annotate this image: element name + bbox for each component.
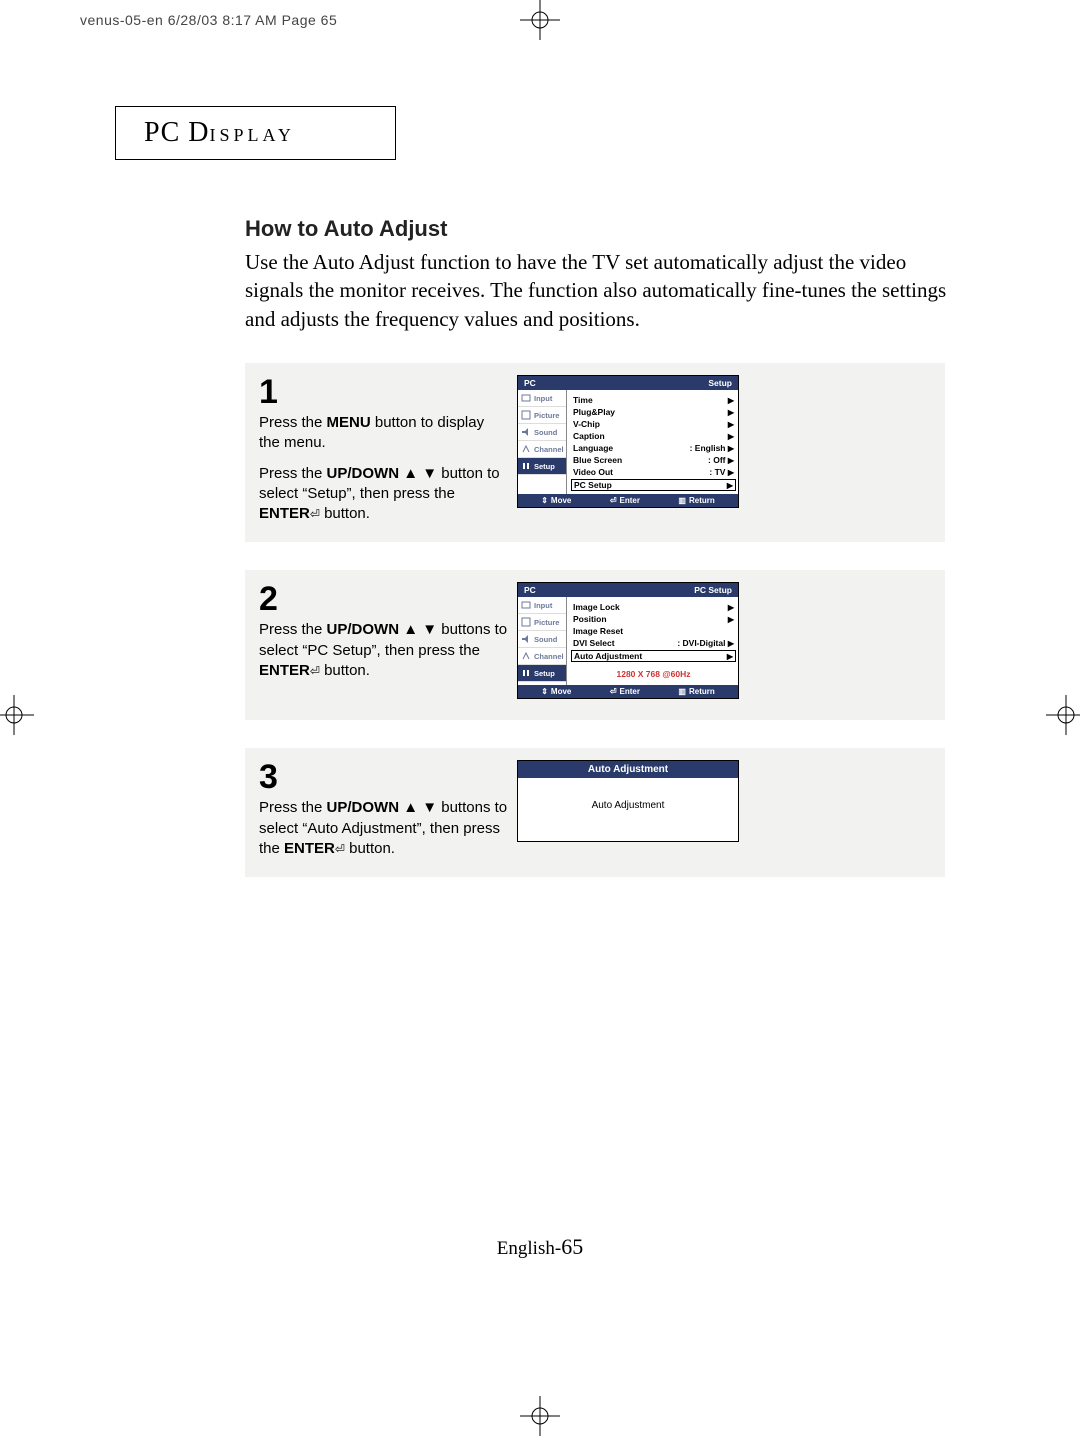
sub-heading: How to Auto Adjust <box>245 216 965 242</box>
text: Press the <box>259 799 327 816</box>
osd-menu-item: V-Chip ▶ <box>573 418 734 430</box>
osd-body-text: Auto Adjustment <box>518 778 738 841</box>
osd-menu-item: Image Lock ▶ <box>573 601 734 613</box>
section-title-box: PC DISPLAY <box>115 106 396 160</box>
text: Press the <box>259 465 327 482</box>
osd-setup-menu: PC Setup Input Picture Sound Channel Set… <box>517 375 739 508</box>
osd-main: Image Lock ▶Position ▶Image ResetDVI Sel… <box>567 597 738 685</box>
enter-icon: ⏎ <box>310 664 320 678</box>
osd-menu-item: PC Setup ▶ <box>571 479 736 491</box>
registration-mark-icon <box>520 1396 560 1436</box>
enter-icon: ⏎ <box>610 687 617 696</box>
sidebar-tab-input: Input <box>518 390 566 407</box>
step-block: 3 Press the UP/DOWN ▲ ▼ buttons to selec… <box>245 748 945 877</box>
sidebar-tab-channel: Channel <box>518 441 566 458</box>
osd-footer: ⇕Move ⏎Enter ▥Return <box>518 685 738 698</box>
step-number: 2 <box>259 582 509 616</box>
sidebar-tab-picture: Picture <box>518 614 566 631</box>
content-area: PC DISPLAY How to Auto Adjust Use the Au… <box>115 106 965 905</box>
osd-title: Setup <box>708 378 732 388</box>
text: Press the <box>259 414 327 431</box>
steps-container: 1 Press the MENU button to display the m… <box>245 363 945 877</box>
step-text: 1 Press the MENU button to display the m… <box>259 375 509 524</box>
osd-title: Auto Adjustment <box>518 761 738 778</box>
step-text: 2 Press the UP/DOWN ▲ ▼ buttons to selec… <box>259 582 509 702</box>
step-number: 1 <box>259 375 509 409</box>
up-down-icon: ▲ ▼ <box>399 621 441 638</box>
enter-icon: ⏎ <box>610 496 617 505</box>
section-title: PC D <box>144 117 209 148</box>
osd-menu-item: Blue Screen: Off ▶ <box>573 454 734 466</box>
registration-mark-icon <box>0 695 34 735</box>
sidebar-tab-input: Input <box>518 597 566 614</box>
step-block: 2 Press the UP/DOWN ▲ ▼ buttons to selec… <box>245 570 945 720</box>
osd-source: PC <box>524 585 536 595</box>
text-bold: UP/DOWN <box>327 465 400 482</box>
text: button. <box>345 840 395 857</box>
page: venus-05-en 6/28/03 8:17 AM Page 65 PC D… <box>0 0 1080 1430</box>
footer-label: English- <box>497 1238 561 1259</box>
sidebar-tab-sound: Sound <box>518 631 566 648</box>
enter-icon: ⏎ <box>335 842 345 856</box>
up-down-icon: ▲ ▼ <box>399 465 441 482</box>
text-bold: UP/DOWN <box>327 621 400 638</box>
text: button. <box>320 662 370 679</box>
osd-menu-item: Image Reset <box>573 625 734 637</box>
return-icon: ▥ <box>678 687 686 696</box>
crop-mark-text: venus-05-en 6/28/03 8:17 AM Page 65 <box>80 12 337 28</box>
osd-menu-item: DVI Select: DVI-Digital ▶ <box>573 637 734 649</box>
sidebar-tab-setup: Setup <box>518 458 566 475</box>
text-bold: UP/DOWN <box>327 799 400 816</box>
text-bold: ENTER <box>284 840 335 857</box>
updown-icon: ⇕ <box>541 496 548 505</box>
step-text: 3 Press the UP/DOWN ▲ ▼ buttons to selec… <box>259 760 509 859</box>
osd-auto-adjustment: Auto Adjustment Auto Adjustment <box>517 760 739 842</box>
osd-menu-item: Time ▶ <box>573 394 734 406</box>
page-footer: English-65 <box>0 1234 1080 1260</box>
enter-icon: ⏎ <box>310 507 320 521</box>
up-down-icon: ▲ ▼ <box>399 799 441 816</box>
sidebar-tab-channel: Channel <box>518 648 566 665</box>
section-title-smallcaps: ISPLAY <box>209 125 294 145</box>
osd-sidebar: Input Picture Sound Channel Setup <box>518 390 567 494</box>
osd-resolution: 1280 X 768 @60Hz <box>573 663 734 683</box>
text: button. <box>320 505 370 522</box>
osd-menu-item: Plug&Play ▶ <box>573 406 734 418</box>
osd-footer: ⇕Move ⏎Enter ▥Return <box>518 494 738 507</box>
sidebar-tab-setup: Setup <box>518 665 566 682</box>
osd-menu-item: Language: English ▶ <box>573 442 734 454</box>
step-number: 3 <box>259 760 509 794</box>
page-number: 65 <box>561 1234 583 1259</box>
sidebar-tab-picture: Picture <box>518 407 566 424</box>
text: Press the <box>259 621 327 638</box>
return-icon: ▥ <box>678 496 686 505</box>
intro-paragraph: Use the Auto Adjust function to have the… <box>245 248 965 333</box>
osd-pc-setup-menu: PC PC Setup Input Picture Sound Channel … <box>517 582 739 699</box>
text-bold: ENTER <box>259 662 310 679</box>
osd-menu-item: Position ▶ <box>573 613 734 625</box>
osd-sidebar: Input Picture Sound Channel Setup <box>518 597 567 685</box>
updown-icon: ⇕ <box>541 687 548 696</box>
sidebar-tab-sound: Sound <box>518 424 566 441</box>
osd-menu-item: Video Out: TV ▶ <box>573 466 734 478</box>
osd-source: PC <box>524 378 536 388</box>
text-bold: ENTER <box>259 505 310 522</box>
osd-menu-item: Auto Adjustment ▶ <box>571 650 736 662</box>
registration-mark-icon <box>520 0 560 40</box>
osd-title: PC Setup <box>694 585 732 595</box>
osd-menu-item: Caption ▶ <box>573 430 734 442</box>
registration-mark-icon <box>1046 695 1080 735</box>
step-block: 1 Press the MENU button to display the m… <box>245 363 945 542</box>
text-bold: MENU <box>327 414 371 431</box>
osd-main: Time ▶Plug&Play ▶V-Chip ▶Caption ▶Langua… <box>567 390 738 494</box>
